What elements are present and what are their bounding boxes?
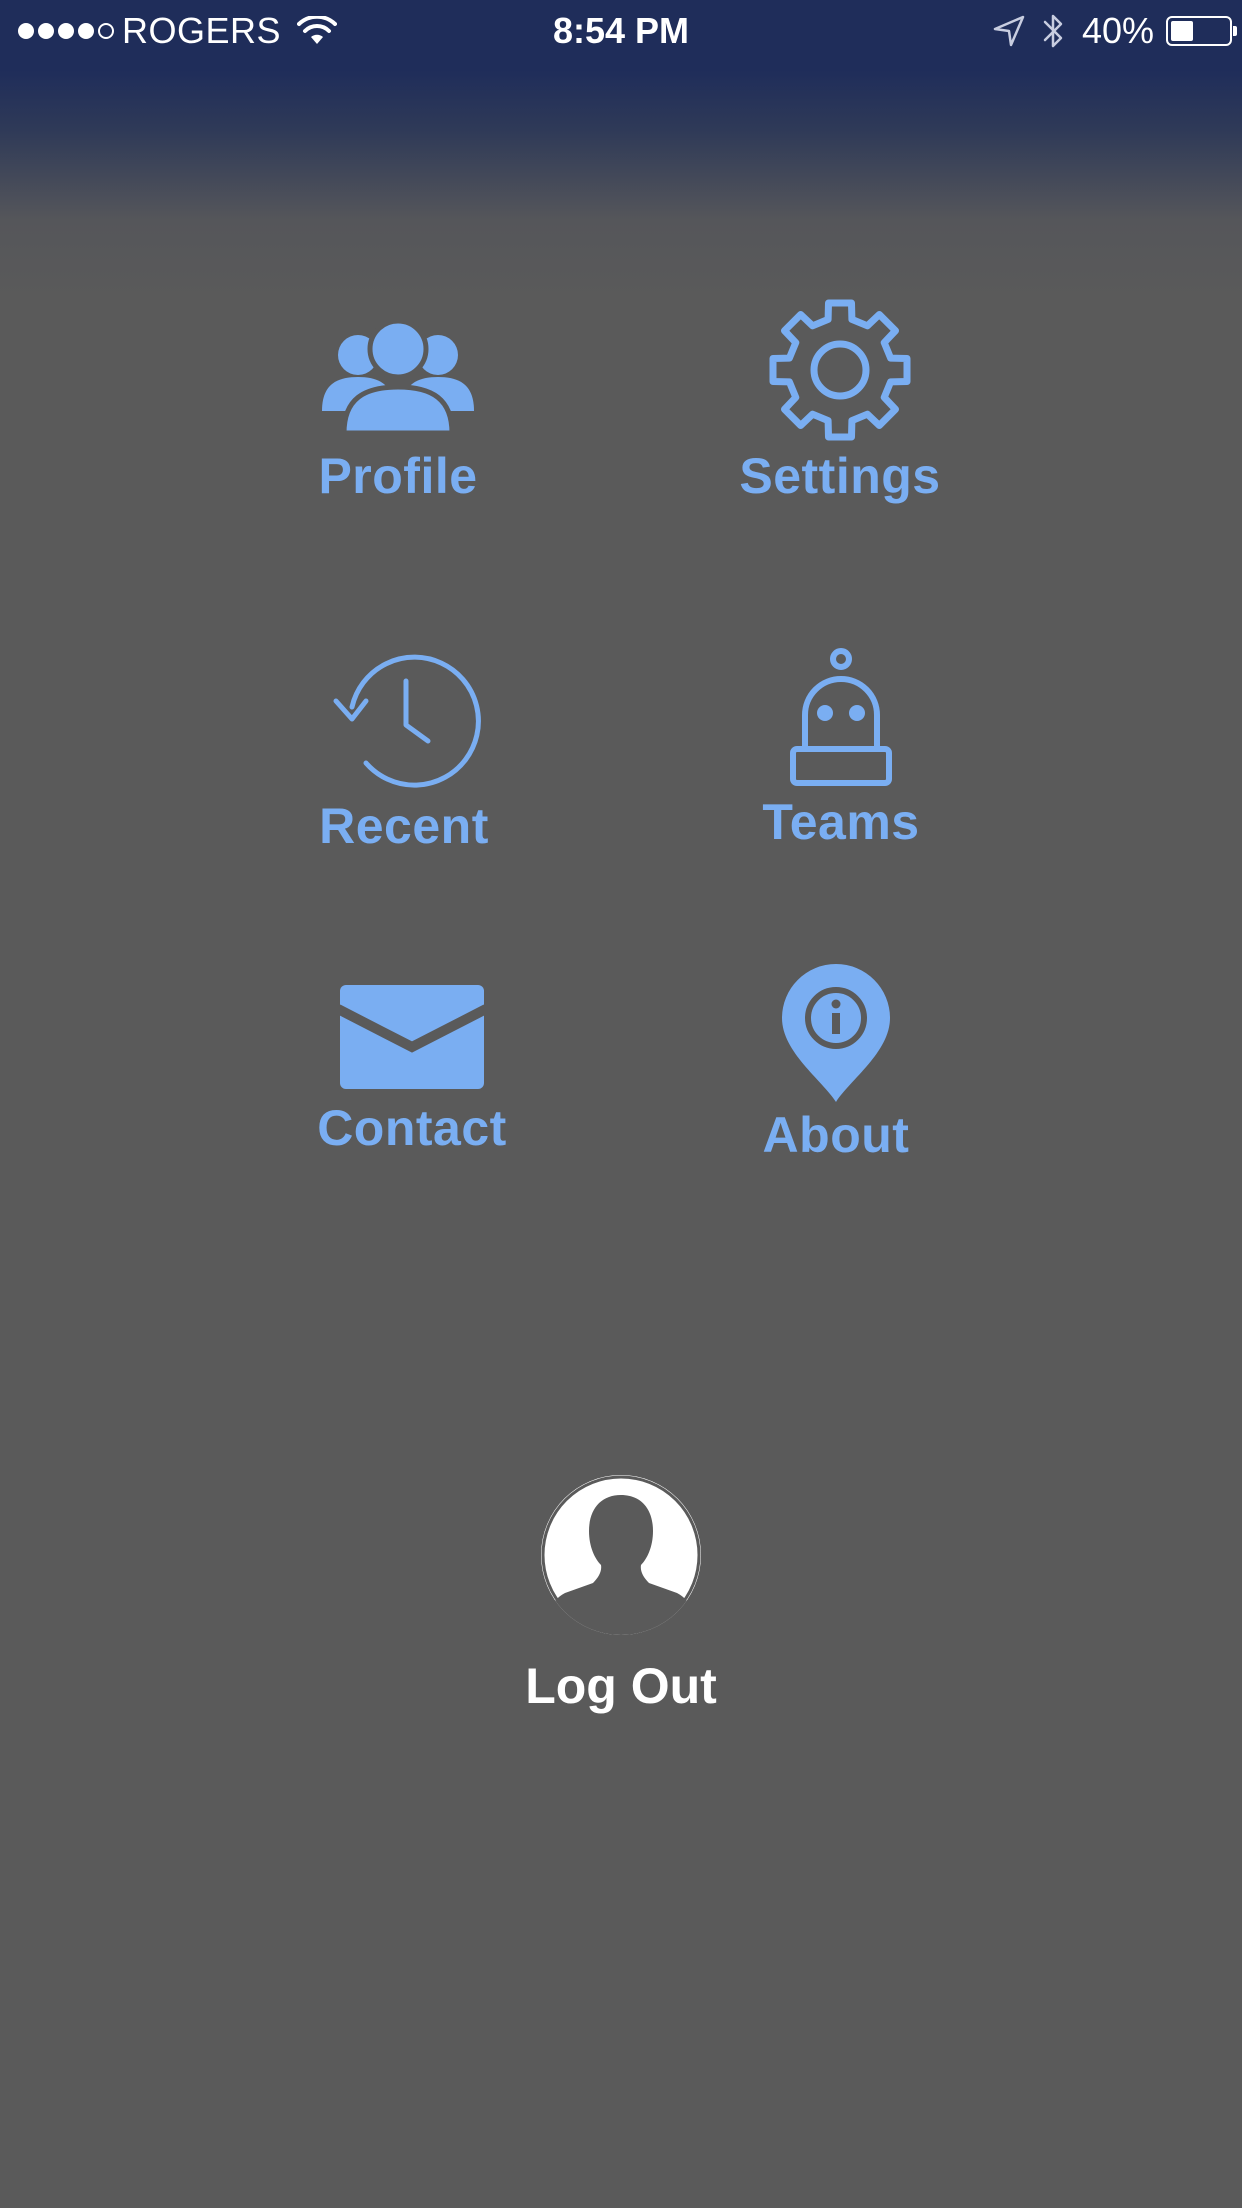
menu-label-about: About <box>762 1107 910 1163</box>
logout-button[interactable]: Log Out <box>471 1475 771 1715</box>
logout-label: Log Out <box>525 1658 717 1714</box>
gear-icon <box>769 299 911 441</box>
location-arrow-icon <box>993 15 1025 47</box>
history-icon <box>333 654 481 788</box>
status-bar: ROGERS 8:54 PM 40% <box>0 0 1242 62</box>
battery-fill <box>1171 21 1193 41</box>
menu-item-teams[interactable]: Teams <box>741 645 941 851</box>
info-pin-icon <box>782 964 890 1102</box>
battery-icon <box>1166 16 1237 46</box>
menu-item-settings[interactable]: Settings <box>720 295 960 505</box>
people-icon <box>322 318 474 435</box>
menu-item-recent[interactable]: Recent <box>304 653 504 855</box>
bluetooth-icon <box>1043 14 1063 48</box>
robot-icon <box>790 648 892 786</box>
menu-label-contact: Contact <box>317 1100 507 1156</box>
battery-percent: 40% <box>1081 10 1154 51</box>
menu-item-about[interactable]: About <box>736 962 936 1164</box>
user-avatar-icon <box>541 1475 701 1635</box>
menu-label-profile: Profile <box>318 448 478 504</box>
status-bar-right: 40% <box>992 8 1237 54</box>
menu-label-teams: Teams <box>762 794 920 850</box>
menu-item-contact[interactable]: Contact <box>312 985 512 1157</box>
menu-item-profile[interactable]: Profile <box>298 315 498 505</box>
envelope-icon <box>340 985 484 1089</box>
menu-label-settings: Settings <box>739 448 941 504</box>
menu-label-recent: Recent <box>319 798 489 854</box>
